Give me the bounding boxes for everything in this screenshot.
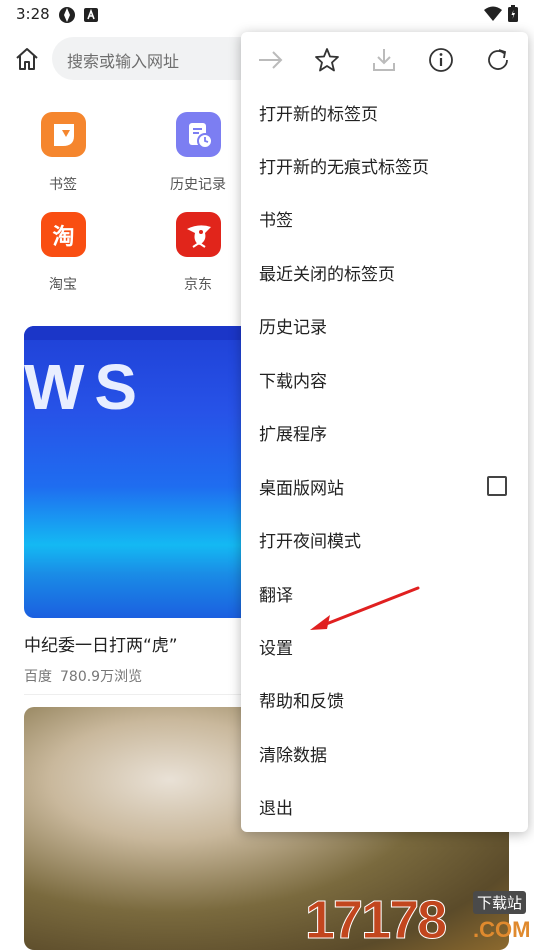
bookmark-app-icon	[41, 112, 86, 157]
shortcut-label: 京东	[184, 277, 212, 293]
shortcut-label: 历史记录	[170, 177, 226, 193]
home-icon	[16, 48, 38, 70]
menu-item-label: 历史记录	[259, 318, 327, 338]
image-text: WS	[24, 351, 148, 423]
menu-item-label: 桌面版网站	[259, 479, 344, 499]
taobao-glyph: 淘	[52, 224, 75, 250]
news-views: 780.9万浏览	[60, 669, 143, 685]
taobao-app-icon: 淘	[41, 212, 86, 257]
desktop-site-checkbox[interactable]	[487, 476, 507, 496]
notification-a-icon	[84, 7, 98, 26]
menu-item-downloads[interactable]: 下载内容	[241, 353, 528, 406]
watermark-tag: 下载站	[473, 891, 527, 914]
menu-item-label: 设置	[259, 639, 293, 659]
menu-item-night-mode[interactable]: 打开夜间模式	[241, 513, 528, 566]
star-icon	[315, 48, 339, 72]
menu-item-settings[interactable]: 设置	[241, 620, 528, 673]
shortcut-label: 书签	[49, 177, 77, 193]
search-placeholder: 搜索或输入网址	[67, 52, 180, 71]
menu-item-clear-data[interactable]: 清除数据	[241, 727, 528, 780]
status-time: 3:28	[16, 5, 50, 23]
status-bar: 3:28	[0, 0, 534, 28]
jd-app-icon	[176, 212, 221, 257]
menu-item-bookmarks[interactable]: 书签	[241, 192, 528, 245]
news-source: 百度	[24, 669, 52, 685]
watermark-domain: .COM	[473, 917, 531, 942]
menu-item-new-tab[interactable]: 打开新的标签页	[241, 86, 528, 139]
menu-item-label: 退出	[259, 799, 293, 819]
menu-item-help-feedback[interactable]: 帮助和反馈	[241, 673, 528, 726]
forward-icon	[259, 51, 283, 69]
menu-item-label: 书签	[259, 211, 293, 231]
menu-item-new-incognito-tab[interactable]: 打开新的无痕式标签页	[241, 139, 528, 192]
menu-item-label: 打开夜间模式	[259, 532, 361, 552]
menu-item-desktop-site[interactable]: 桌面版网站	[241, 460, 528, 513]
feed-divider	[24, 694, 254, 695]
refresh-button[interactable]	[484, 46, 512, 74]
download-icon	[373, 49, 395, 71]
menu-item-label: 翻译	[259, 586, 293, 606]
menu-toolbar	[241, 32, 528, 88]
wifi-icon	[484, 6, 502, 25]
menu-item-label: 下载内容	[259, 372, 327, 392]
menu-item-translate[interactable]: 翻译	[241, 567, 528, 620]
sync-icon	[58, 6, 76, 28]
refresh-icon	[488, 49, 508, 70]
news-image[interactable]: WS	[24, 326, 254, 618]
menu-item-exit[interactable]: 退出	[241, 780, 528, 833]
bookmark-star-button[interactable]	[313, 46, 341, 74]
menu-item-recent-tabs[interactable]: 最近关闭的标签页	[241, 246, 528, 299]
shortcut-jd[interactable]: 京东	[148, 212, 248, 302]
news-title[interactable]: 中纪委一日打两“虎”	[24, 631, 178, 656]
watermark-number: 17178	[304, 890, 447, 950]
menu-item-history[interactable]: 历史记录	[241, 299, 528, 352]
shortcut-bookmarks[interactable]: 书签	[13, 112, 113, 202]
image-top-band	[24, 326, 254, 340]
menu-item-extensions[interactable]: 扩展程序	[241, 406, 528, 459]
shortcut-label: 淘宝	[49, 277, 77, 293]
download-page-button[interactable]	[370, 46, 398, 74]
menu-item-label: 打开新的无痕式标签页	[259, 158, 429, 178]
home-button[interactable]	[12, 44, 42, 74]
news-meta: 百度 780.9万浏览	[24, 666, 150, 686]
menu-item-label: 最近关闭的标签页	[259, 265, 395, 285]
info-icon	[429, 48, 453, 72]
page-info-button[interactable]	[427, 46, 455, 74]
battery-icon	[508, 5, 518, 26]
menu-item-label: 扩展程序	[259, 425, 327, 445]
history-app-icon	[176, 112, 221, 157]
shortcut-taobao[interactable]: 淘 淘宝	[13, 212, 113, 302]
forward-button[interactable]	[256, 46, 284, 74]
menu-item-label: 帮助和反馈	[259, 692, 344, 712]
site-watermark: 17178 下载站 .COM	[304, 885, 534, 950]
menu-item-label: 清除数据	[259, 746, 327, 766]
shortcut-history[interactable]: 历史记录	[148, 112, 248, 202]
overflow-menu: 打开新的标签页 打开新的无痕式标签页 书签 最近关闭的标签页 历史记录 下载内容…	[241, 32, 528, 832]
menu-item-label: 打开新的标签页	[259, 105, 378, 125]
